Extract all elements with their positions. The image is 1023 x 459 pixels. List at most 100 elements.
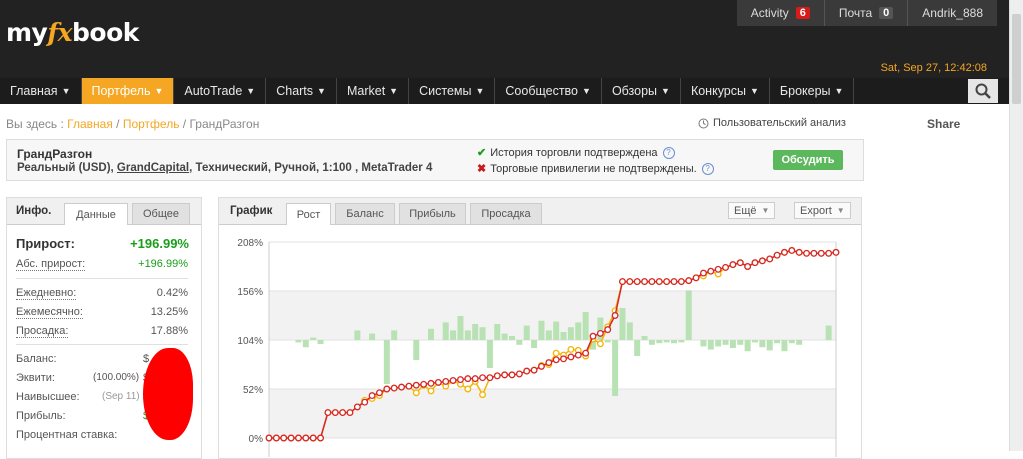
series-point (295, 434, 302, 442)
tab-drawdown[interactable]: Просадка (470, 203, 542, 224)
system-desc-pre: Реальный (USD), (17, 162, 117, 174)
bar (744, 340, 751, 352)
chevron-down-icon: ▼ (61, 86, 71, 96)
bar (523, 325, 530, 340)
chart-panel: График Рост Баланс Прибыль Просадка Ещё ▼… (218, 197, 862, 459)
chevron-down-icon: ▼ (834, 86, 844, 96)
bar (715, 340, 722, 347)
mail-tab[interactable]: Почта 0 (823, 0, 907, 26)
tab-balance[interactable]: Баланс (335, 203, 395, 224)
nav-item-brokers[interactable]: Брокеры ▼ (770, 78, 855, 104)
highest-date: (Sep 11) (102, 391, 140, 402)
series-point (803, 249, 810, 257)
export-dropdown[interactable]: Export ▼ (794, 202, 851, 219)
server-datetime: Sat, Sep 27, 12:42:08 (880, 62, 987, 74)
nav-item-market[interactable]: Market ▼ (337, 78, 410, 104)
series-point (346, 409, 354, 417)
series-point (405, 382, 413, 390)
series-point (641, 278, 648, 286)
breadcrumb-home-link[interactable]: Главная (67, 117, 113, 131)
tab-profit[interactable]: Прибыль (399, 203, 466, 224)
tab-general[interactable]: Общее (132, 203, 190, 224)
series-point (677, 278, 685, 286)
nav-item-autotrade[interactable]: AutoTrade ▼ (174, 78, 267, 104)
bar (354, 330, 361, 340)
nav-item-reviews[interactable]: Обзоры ▼ (602, 78, 681, 104)
nav-item-charts[interactable]: Charts ▼ (266, 78, 337, 104)
series-point (817, 249, 825, 257)
series-point (272, 434, 280, 442)
custom-analysis-link[interactable]: Пользовательский анализ (698, 117, 846, 129)
bar (612, 340, 619, 397)
growth-chart[interactable]: 208% 156% 104% 52% 0% (219, 225, 859, 457)
activity-tab[interactable]: Activity 6 (737, 0, 824, 26)
nav-item-portfolio[interactable]: Портфель ▼ (81, 78, 175, 104)
help-icon[interactable]: ? (662, 146, 675, 159)
scrollbar-thumb[interactable] (1012, 14, 1021, 104)
divider (16, 278, 188, 279)
nav-item-community[interactable]: Сообщество ▼ (495, 78, 602, 104)
bar (428, 328, 434, 340)
discuss-button[interactable]: Обсудить (773, 150, 843, 170)
abs-gain-row: Абс. прирост: +196.99% (16, 258, 188, 271)
broker-link[interactable]: GrandCapital (117, 162, 189, 174)
bar (781, 340, 788, 352)
series-point (442, 378, 450, 385)
nav-item-systems[interactable]: Системы ▼ (409, 78, 496, 104)
nav-item-home[interactable]: Главная ▼ (0, 78, 82, 104)
grid-band (269, 291, 836, 340)
chart-tabs: График Рост Баланс Прибыль Просадка Ещё ▼… (219, 198, 861, 225)
bar (486, 340, 493, 369)
bar (766, 340, 773, 351)
series-point (552, 356, 560, 364)
series-point (464, 375, 472, 383)
series-point (663, 278, 671, 286)
search-button[interactable] (968, 79, 998, 103)
breadcrumb-portfolio-link[interactable]: Портфель (123, 117, 180, 131)
series-point (552, 349, 560, 357)
series-point (545, 359, 553, 367)
series-point (457, 376, 464, 384)
mail-count-badge: 0 (879, 7, 894, 19)
y-tick-label: 52% (243, 385, 263, 396)
bar (575, 322, 582, 340)
bar (501, 333, 508, 340)
bar (442, 322, 449, 340)
breadcrumb-separator: / (179, 117, 190, 131)
nav-item-contests[interactable]: Конкурсы ▼ (681, 78, 770, 104)
bar (663, 340, 670, 343)
series-point (390, 384, 398, 392)
bar (383, 340, 390, 385)
system-info-box: ГрандРазгон Реальный (USD), GrandCapital… (6, 139, 864, 181)
page-scrollbar[interactable] (1009, 0, 1023, 451)
interest-label: Процентная ставка: (16, 429, 118, 441)
nav-label: Брокеры (779, 84, 831, 98)
series-point (353, 403, 361, 411)
privileges-unverified: ✖ Торговые привилегии не подтверждены.? (477, 162, 714, 175)
myfxbook-logo[interactable]: myfxbook (6, 18, 139, 47)
series-point (736, 259, 744, 267)
bar (678, 340, 685, 343)
bar (310, 337, 317, 340)
series-point (611, 312, 619, 319)
chart-panel-title: График (230, 205, 273, 217)
series-point (685, 277, 693, 285)
bar (567, 327, 574, 340)
activity-count-badge: 6 (795, 7, 810, 19)
series-point (368, 392, 376, 400)
chevron-down-icon: ▼ (246, 86, 256, 96)
y-tick-label: 156% (237, 287, 263, 298)
tab-growth[interactable]: Рост (286, 203, 331, 225)
help-icon[interactable]: ? (701, 162, 714, 175)
info-panel-title: Инфо. (16, 205, 52, 217)
bar (774, 340, 781, 344)
more-dropdown[interactable]: Ещё ▼ (728, 202, 776, 219)
check-icon: ✔ (477, 147, 487, 159)
chevron-down-icon: ▼ (317, 86, 326, 96)
username-tab[interactable]: Andrik_888 (907, 0, 997, 26)
logo-book: book (72, 18, 139, 47)
series-point (626, 278, 634, 286)
bar (648, 340, 655, 345)
tab-data[interactable]: Данные (64, 203, 128, 225)
drawdown-row: Просадка: 17.88% (16, 325, 188, 338)
